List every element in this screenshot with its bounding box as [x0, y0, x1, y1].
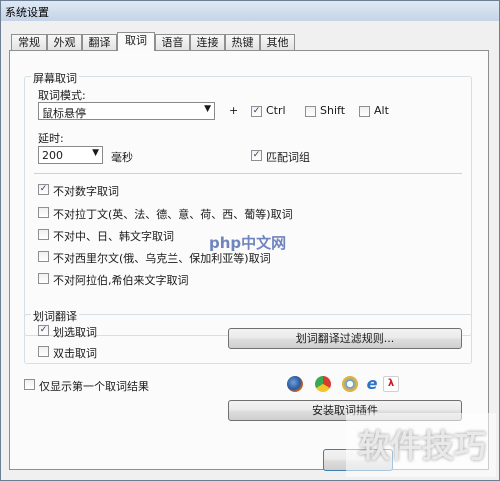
delay-unit: 毫秒 — [111, 151, 133, 164]
settings-window: 系统设置 常规 外观 翻译 取词 语音 连接 热键 其他 屏幕取词 取词模式: … — [0, 0, 500, 481]
tab-panel: 屏幕取词 取词模式: 鼠标悬停 ▼ + ✓ Ctrl Shift Alt 延时:… — [9, 50, 489, 470]
phrase-match-label: 匹配词组 — [266, 151, 310, 164]
mode-select[interactable]: 鼠标悬停 ▼ — [38, 102, 215, 120]
select-capture-checkbox[interactable]: ✓ — [38, 325, 49, 336]
divider — [34, 173, 462, 174]
ctrl-label: Ctrl — [266, 104, 286, 117]
first-result-only-checkbox[interactable] — [24, 379, 35, 390]
watermark-soft: 软件技巧 — [358, 427, 487, 465]
double-click-label: 双击取词 — [53, 347, 97, 360]
option-checkbox-cjk[interactable] — [38, 229, 49, 240]
mode-select-value: 鼠标悬停 — [42, 107, 86, 120]
delay-label: 延时: — [38, 132, 64, 145]
mode-label: 取词模式: — [38, 89, 86, 102]
option-checkbox-digits[interactable]: ✓ — [38, 184, 49, 195]
firefox-icon — [287, 376, 303, 392]
option-label-digits: 不对数字取词 — [53, 185, 119, 198]
shift-label: Shift — [320, 104, 346, 117]
ie-icon: e — [366, 374, 378, 393]
browser-icon — [342, 376, 358, 392]
option-checkbox-arabic[interactable] — [38, 273, 49, 284]
first-result-only-label: 仅显示第一个取词结果 — [39, 380, 149, 393]
delay-select-value: 200 — [42, 149, 63, 162]
option-label-arabic: 不对阿拉伯,希伯来文字取词 — [53, 274, 189, 287]
tab-voice[interactable]: 语音 — [155, 34, 190, 50]
tab-other[interactable]: 其他 — [260, 34, 295, 50]
chevron-down-icon: ▼ — [92, 148, 99, 158]
title-bar: 系统设置 — [1, 1, 499, 21]
delay-select[interactable]: 200 ▼ — [38, 146, 103, 164]
tab-translate[interactable]: 翻译 — [82, 34, 117, 50]
option-label-cjk: 不对中、日、韩文字取词 — [53, 230, 174, 243]
chrome-icon — [315, 376, 331, 392]
option-checkbox-cyrillic[interactable] — [38, 251, 49, 262]
select-translate-group-label: 划词翻译 — [31, 308, 79, 324]
tab-general[interactable]: 常规 — [11, 34, 47, 50]
select-capture-label: 划选取词 — [53, 326, 97, 339]
option-label-latin: 不对拉丁文(英、法、德、意、荷、西、葡等)取词 — [53, 208, 293, 221]
tab-appearance[interactable]: 外观 — [47, 34, 82, 50]
window-title: 系统设置 — [5, 6, 49, 19]
tab-hotkeys[interactable]: 热键 — [225, 34, 260, 50]
alt-label: Alt — [374, 104, 389, 117]
pdf-icon: λ — [383, 376, 399, 392]
tab-word-capture[interactable]: 取词 — [117, 32, 155, 51]
filter-rules-button[interactable]: 划词翻译过滤规则... — [228, 328, 462, 349]
phrase-match-checkbox[interactable]: ✓ — [251, 150, 262, 161]
option-checkbox-latin[interactable] — [38, 207, 49, 218]
ctrl-checkbox[interactable]: ✓ — [251, 106, 262, 117]
watermark-php: php中文网 — [209, 234, 287, 252]
alt-checkbox[interactable] — [359, 106, 370, 117]
shift-checkbox[interactable] — [305, 106, 316, 117]
tab-connection[interactable]: 连接 — [190, 34, 225, 50]
plus-sign: + — [229, 104, 239, 117]
screen-lookup-group-label: 屏幕取词 — [31, 70, 79, 86]
chevron-down-icon: ▼ — [204, 104, 211, 114]
double-click-checkbox[interactable] — [38, 346, 49, 357]
